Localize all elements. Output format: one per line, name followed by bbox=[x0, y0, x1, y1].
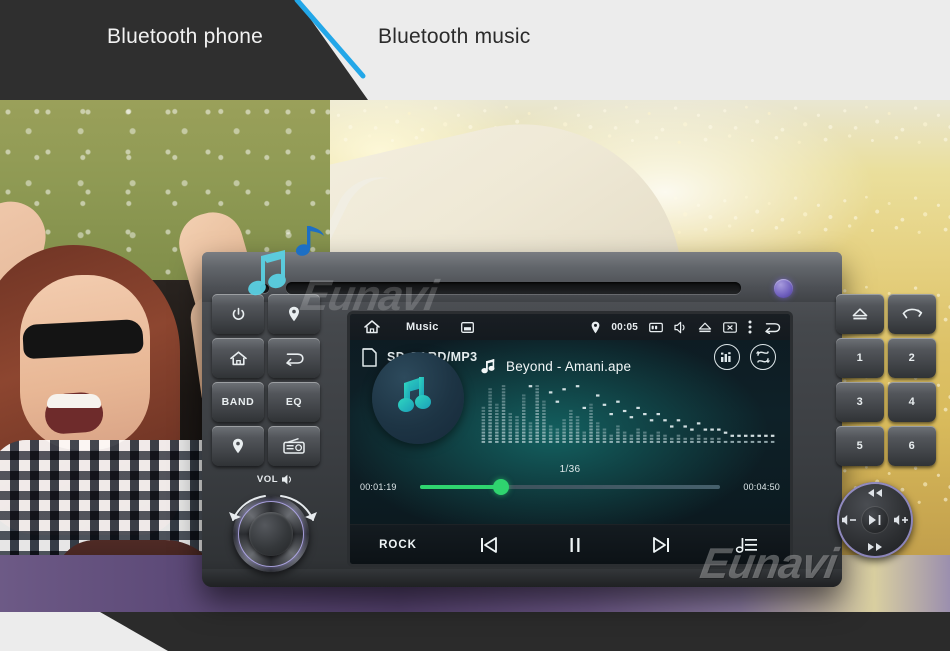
eject-icon[interactable] bbox=[698, 322, 712, 333]
status-bar: Music 00:05 bbox=[350, 314, 790, 340]
music-note-icon bbox=[480, 358, 497, 375]
header-accent-line bbox=[294, 0, 366, 79]
preset-4-button[interactable]: 4 bbox=[888, 382, 936, 422]
track-title: Beyond - Amani.ape bbox=[506, 359, 632, 374]
home-icon[interactable] bbox=[362, 320, 382, 334]
screenshot-root: Music 00:05 CARD/MP3 Beyond - Amani.ape … bbox=[0, 0, 950, 651]
progress-slider[interactable] bbox=[420, 479, 720, 495]
equalizer-icon[interactable] bbox=[714, 344, 740, 370]
screen-off-icon[interactable] bbox=[723, 321, 737, 333]
volume-up-icon[interactable] bbox=[892, 512, 910, 528]
power-button[interactable] bbox=[212, 294, 264, 334]
home-button[interactable] bbox=[212, 338, 264, 378]
playlist-icon[interactable] bbox=[704, 535, 790, 555]
prev-track-icon[interactable] bbox=[863, 486, 887, 500]
location-pin-icon[interactable] bbox=[591, 321, 600, 334]
speaker-icon bbox=[281, 474, 293, 485]
speaker-mute-icon[interactable] bbox=[674, 321, 687, 334]
sd-card-icon bbox=[362, 347, 377, 367]
cd-slot[interactable] bbox=[286, 282, 741, 294]
pause-icon[interactable] bbox=[532, 535, 618, 555]
apps-icon[interactable] bbox=[460, 321, 474, 333]
tab-bluetooth-music[interactable]: Bluetooth music bbox=[378, 25, 530, 49]
preset-3-button[interactable]: 3 bbox=[836, 382, 884, 422]
navigation-button[interactable] bbox=[268, 294, 320, 334]
person-teeth bbox=[47, 394, 101, 408]
progress-thumb[interactable] bbox=[493, 479, 509, 495]
status-clock: 00:05 bbox=[611, 321, 638, 333]
transport-bar: ROCK bbox=[350, 524, 790, 564]
elapsed-time: 00:01:19 bbox=[360, 482, 397, 492]
status-icons-group: 00:05 bbox=[591, 320, 781, 334]
spectrum-visualizer bbox=[480, 384, 776, 446]
preset-5-button[interactable]: 5 bbox=[836, 426, 884, 466]
progress-fill bbox=[420, 485, 501, 489]
head-unit-display[interactable]: Music 00:05 CARD/MP3 Beyond - Amani.ape … bbox=[350, 314, 790, 564]
track-info-row: Beyond - Amani.ape bbox=[480, 358, 631, 375]
skip-previous-icon[interactable] bbox=[446, 535, 532, 555]
source-action-buttons bbox=[714, 344, 776, 370]
radio-button[interactable] bbox=[268, 426, 320, 466]
eq-button[interactable]: EQ bbox=[268, 382, 320, 422]
preset-6-button[interactable]: 6 bbox=[888, 426, 936, 466]
page-footer bbox=[0, 612, 950, 651]
progress-section: 1/36 00:01:19 00:04:50 bbox=[350, 464, 790, 508]
volume-down-icon[interactable] bbox=[840, 512, 858, 528]
led-indicator-button[interactable] bbox=[774, 279, 793, 298]
overflow-menu-icon[interactable] bbox=[748, 320, 752, 334]
album-art[interactable] bbox=[372, 352, 464, 444]
progress-row: 00:01:19 00:04:50 bbox=[350, 479, 790, 495]
phone-button[interactable] bbox=[888, 294, 936, 334]
eject-button[interactable] bbox=[836, 294, 884, 334]
footer-dark-banner bbox=[100, 612, 950, 651]
right-button-bank: 1 2 3 4 5 6 bbox=[836, 294, 940, 466]
band-button[interactable]: BAND bbox=[212, 382, 264, 422]
status-app-title: Music bbox=[406, 321, 439, 333]
preset-1-button[interactable]: 1 bbox=[836, 338, 884, 378]
gps-button[interactable] bbox=[212, 426, 264, 466]
sd-card-icon[interactable] bbox=[649, 322, 663, 333]
next-track-icon[interactable] bbox=[863, 540, 887, 554]
volume-knob-cap[interactable] bbox=[249, 512, 293, 556]
head-unit-bottom-bezel bbox=[202, 569, 842, 587]
sunglasses bbox=[22, 318, 144, 360]
play-pause-icon[interactable] bbox=[861, 506, 889, 534]
page-header: Bluetooth phone Bluetooth music bbox=[0, 0, 950, 100]
repeat-icon[interactable] bbox=[750, 344, 776, 370]
back-button[interactable] bbox=[268, 338, 320, 378]
volume-label-text: VOL bbox=[256, 474, 279, 485]
back-arrow-icon[interactable] bbox=[763, 321, 781, 334]
preset-2-button[interactable]: 2 bbox=[888, 338, 936, 378]
track-index: 1/36 bbox=[559, 464, 581, 475]
eq-preset-button[interactable]: ROCK bbox=[350, 539, 446, 551]
skip-next-icon[interactable] bbox=[618, 535, 704, 555]
reset-hole-icon[interactable] bbox=[260, 284, 269, 293]
tab-bluetooth-phone[interactable]: Bluetooth phone bbox=[107, 25, 263, 49]
left-button-bank: BAND EQ bbox=[212, 294, 326, 466]
volume-knob-label: VOL bbox=[241, 474, 309, 485]
duration-time: 00:04:50 bbox=[743, 482, 780, 492]
